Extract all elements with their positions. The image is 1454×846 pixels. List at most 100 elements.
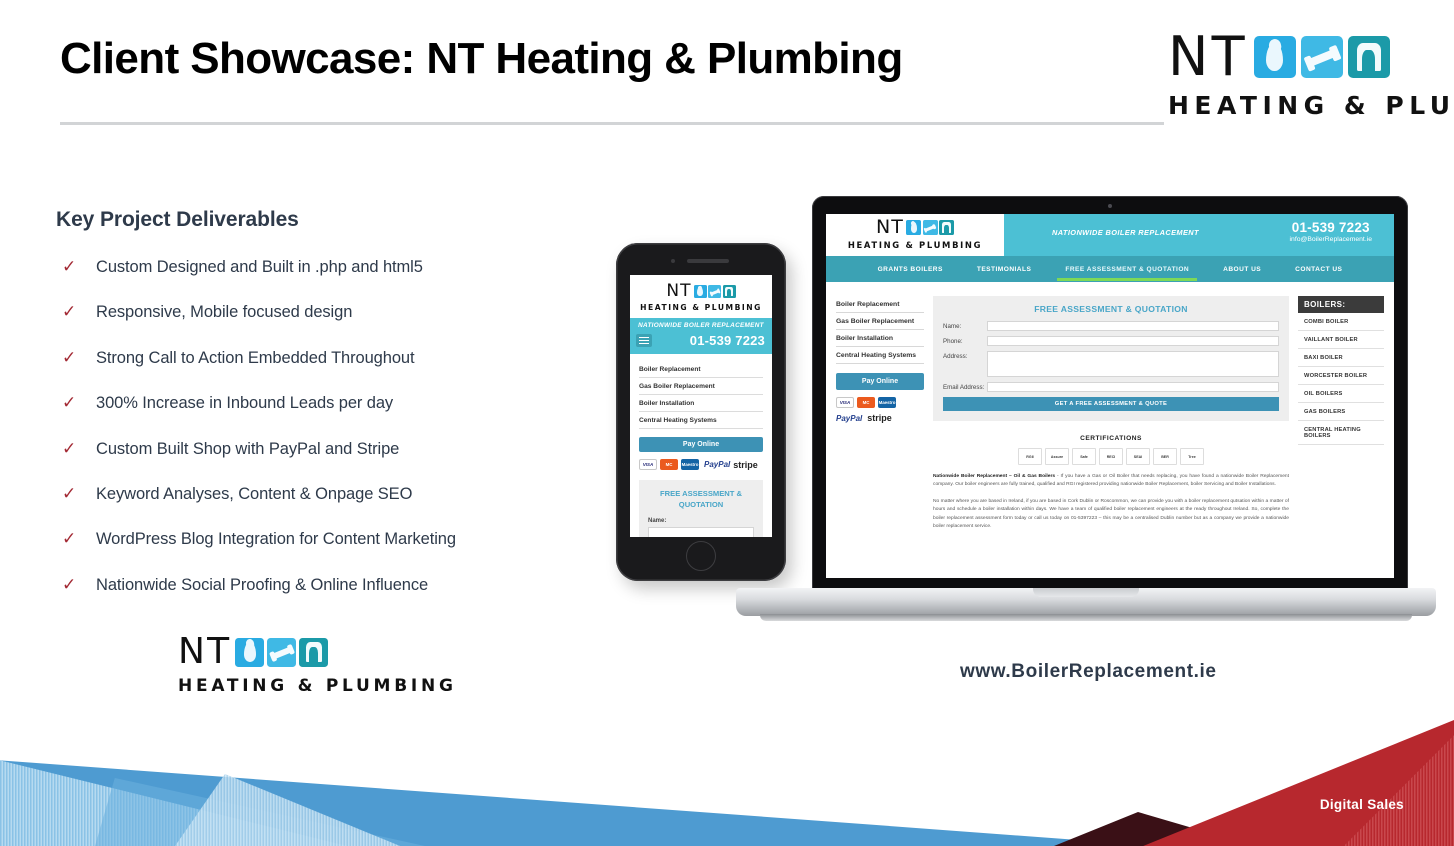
page-title: Client Showcase: NT Heating & Plumbing xyxy=(60,34,903,83)
site-contact-block: 01-539 7223 info@BoilerReplacement.ie xyxy=(1290,220,1372,243)
check-icon: ✓ xyxy=(62,393,77,414)
site-sidebar-links: Boiler Replacement Gas Boiler Replacement… xyxy=(836,296,924,364)
quote-submit-button[interactable]: GET A FREE ASSESSMENT & QUOTE xyxy=(943,397,1279,411)
form-field-input[interactable] xyxy=(987,351,1279,377)
maestro-icon: Maestro xyxy=(681,459,699,470)
site-boilers-panel: BOILERS: COMBI BOILER VAILLANT BOILER BAXI… xyxy=(1298,296,1384,532)
form-field-input[interactable] xyxy=(987,382,1279,392)
boilers-list: COMBI BOILER VAILLANT BOILER BAXI BOILER WO… xyxy=(1298,313,1384,445)
phone-home-button[interactable] xyxy=(686,541,716,571)
paypal-stripe-row: PayPal stripe xyxy=(836,413,924,423)
boiler-list-item[interactable]: VAILLANT BOILER xyxy=(1298,331,1384,349)
deliverable-item: ✓ WordPress Blog Integration for Content … xyxy=(56,530,616,575)
hamburger-menu-icon[interactable] xyxy=(636,334,652,347)
laptop-screen: NT HEATING & PLUMBING NATIONWIDE BOILER … xyxy=(826,214,1394,578)
site-nav-item[interactable]: FREE ASSESSMENT & QUOTATION xyxy=(1057,266,1197,281)
brand-logo-header: NT HEATING & PLUMBING xyxy=(1168,25,1454,121)
site-nav-item[interactable]: CONTACT US xyxy=(1295,266,1342,273)
form-field-label: Phone: xyxy=(943,338,963,345)
boiler-icon-2 xyxy=(299,637,329,667)
form-field-row: Phone: xyxy=(943,336,1279,346)
title-divider xyxy=(60,122,1164,125)
quote-form-title: FREE ASSESSMENT & QUOTATION xyxy=(1034,304,1188,314)
check-icon: ✓ xyxy=(62,347,77,368)
site-header: NT HEATING & PLUMBING NATIONWIDE BOILER … xyxy=(826,214,1394,256)
flame-icon-2 xyxy=(235,637,265,667)
deliverable-label: 300% Increase in Inbound Leads per day xyxy=(96,394,394,413)
site-sidebar-link[interactable]: Central Heating Systems xyxy=(836,347,924,364)
form-field-input[interactable] xyxy=(987,321,1279,331)
boiler-icon xyxy=(1347,36,1390,78)
pipe-icon-2 xyxy=(267,637,297,667)
boiler-list-item[interactable]: OIL BOILERS xyxy=(1298,385,1384,403)
site-sidebar-link[interactable]: Gas Boiler Replacement xyxy=(836,313,924,330)
pay-online-button[interactable]: Pay Online xyxy=(836,373,924,390)
form-field-label: Address: xyxy=(943,353,968,360)
site-nav-item[interactable]: ABOUT US xyxy=(1223,266,1261,273)
site-url-caption: www.BoilerReplacement.ie xyxy=(960,661,1217,682)
site-pipe-icon xyxy=(922,220,938,235)
site-email[interactable]: info@BoilerReplacement.ie xyxy=(1290,236,1372,243)
section-heading: Key Project Deliverables xyxy=(56,208,299,231)
deliverable-label: Keyword Analyses, Content & Onpage SEO xyxy=(96,484,413,503)
site-phone-number[interactable]: 01-539 7223 xyxy=(1290,220,1372,235)
phone-camera-icon xyxy=(671,259,675,263)
boiler-list-item[interactable]: GAS BOILERS xyxy=(1298,403,1384,421)
boilers-heading: BOILERS: xyxy=(1298,296,1384,313)
site-sidebar-link[interactable]: Boiler Installation xyxy=(836,330,924,347)
deliverable-item: ✓ Custom Built Shop with PayPal and Strip… xyxy=(56,440,616,485)
quote-form: FREE ASSESSMENT & QUOTATION Name: Phone: A… xyxy=(933,296,1289,421)
deliverable-item: ✓ 300% Increase in Inbound Leads per day xyxy=(56,394,616,439)
boiler-list-item[interactable]: BAXI BOILER xyxy=(1298,349,1384,367)
paypal-icon: PayPal xyxy=(704,460,731,469)
site-logo-wordmark: HEATING & PLUMBING xyxy=(847,240,983,250)
brand-logo-footer: NT HEATING & PLUMBING xyxy=(178,631,457,697)
logo-wordmark-2: HEATING & PLUMBING xyxy=(178,676,457,696)
deliverable-label: Strong Call to Action Embedded Throughou… xyxy=(96,348,415,367)
site-logo-cell[interactable]: NT HEATING & PLUMBING xyxy=(826,214,1017,256)
visa-icon: VISA xyxy=(639,459,657,470)
check-icon: ✓ xyxy=(62,302,77,323)
laptop-lid: NT HEATING & PLUMBING NATIONWIDE BOILER … xyxy=(812,196,1408,592)
boiler-list-item[interactable]: COMBI BOILER xyxy=(1298,313,1384,331)
check-icon: ✓ xyxy=(62,257,77,277)
pipe-icon xyxy=(1300,36,1343,78)
phone-flame-icon xyxy=(693,285,707,298)
certification-badge: Assure xyxy=(1045,448,1069,465)
flame-icon xyxy=(1253,36,1296,78)
deliverable-label: Custom Designed and Built in .php and ht… xyxy=(96,258,423,276)
form-field-row: Email Address: xyxy=(943,382,1279,392)
certification-badge: BER xyxy=(1153,448,1177,465)
boiler-list-item[interactable]: CENTRAL HEATING BOILERS xyxy=(1298,421,1384,445)
site-nav-item[interactable]: GRANTS BOILERS xyxy=(878,266,943,273)
site-flame-icon xyxy=(906,220,922,235)
site-content: Boiler Replacement Gas Boiler Replacement… xyxy=(826,282,1394,532)
mastercard-icon: MC xyxy=(660,459,678,470)
form-field-row: Address: xyxy=(943,351,1279,377)
site-sidebar-link[interactable]: Boiler Replacement xyxy=(836,296,924,313)
logo-nt-text-2: NT xyxy=(178,631,232,672)
site-tagline: NATIONWIDE BOILER REPLACEMENT xyxy=(1052,228,1199,237)
site-logo-nt: NT xyxy=(875,216,905,238)
check-icon: ✓ xyxy=(62,483,77,504)
site-header-right: NATIONWIDE BOILER REPLACEMENT 01-539 722… xyxy=(1004,214,1394,256)
site-main-column: FREE ASSESSMENT & QUOTATION Name: Phone: A… xyxy=(933,296,1289,532)
footer-graphics: Digital Sales xyxy=(0,720,1454,846)
logo-nt-text: NT xyxy=(1168,25,1248,88)
site-nav-item[interactable]: TESTIMONIALS xyxy=(977,266,1032,273)
deliverables-list: ✓ Custom Designed and Built in .php and h… xyxy=(56,258,616,621)
paypal-icon-2: PayPal xyxy=(836,413,863,423)
slide-canvas: Client Showcase: NT Heating & Plumbing N… xyxy=(0,0,1454,846)
laptop-mockup: NT HEATING & PLUMBING NATIONWIDE BOILER … xyxy=(736,196,1436,626)
boiler-list-item[interactable]: WORCESTER BOILER xyxy=(1298,367,1384,385)
site-nav: GRANTS BOILERS TESTIMONIALS FREE ASSESSMEN… xyxy=(826,256,1394,282)
deliverable-item: ✓ Nationwide Social Proofing & Online Inf… xyxy=(56,576,616,621)
form-field-label: Name: xyxy=(943,323,962,330)
phone-logo-nt: NT xyxy=(666,281,692,301)
certification-badge: RGII xyxy=(1018,448,1042,465)
site-paragraph-2: No matter where you are based in Ireland… xyxy=(933,498,1289,530)
form-field-input[interactable] xyxy=(987,336,1279,346)
site-paragraph-1: Nationwide Boiler Replacement – Oil & Ga… xyxy=(933,473,1289,490)
site-sidebar: Boiler Replacement Gas Boiler Replacement… xyxy=(836,296,924,532)
deliverable-label: Custom Built Shop with PayPal and Stripe xyxy=(96,439,400,458)
